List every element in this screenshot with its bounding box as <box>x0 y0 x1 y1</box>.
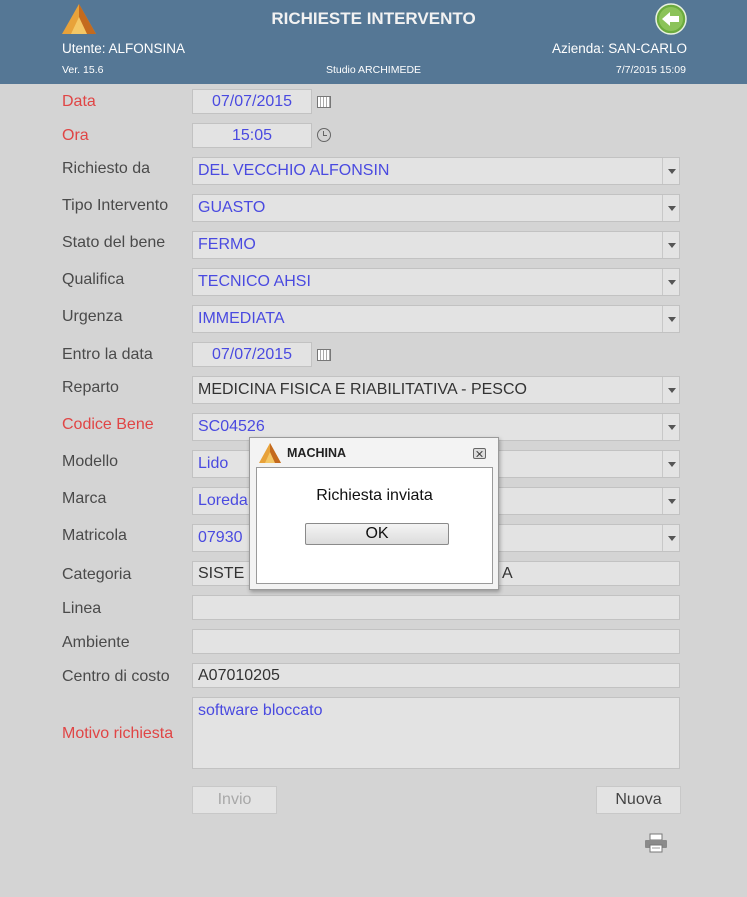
dropdown-arrow-icon[interactable] <box>662 525 679 551</box>
tipo-intervento-select[interactable]: GUASTO <box>192 194 680 222</box>
reparto-label: Reparto <box>62 379 119 396</box>
calendar-icon[interactable] <box>317 96 331 108</box>
matricola-label: Matricola <box>62 527 127 544</box>
categoria-label: Categoria <box>62 566 132 583</box>
clock-icon[interactable] <box>317 128 331 142</box>
dropdown-arrow-icon[interactable] <box>662 232 679 258</box>
ora-label: Ora <box>62 127 89 144</box>
ora-field[interactable]: 15:05 <box>192 123 312 148</box>
dropdown-arrow-icon[interactable] <box>662 488 679 514</box>
company-info: Azienda: SAN-CARLO <box>551 41 687 56</box>
nuova-button[interactable]: Nuova <box>596 786 681 814</box>
entro-data-label: Entro la data <box>62 346 153 363</box>
centro-costo-label: Centro di costo <box>62 668 170 685</box>
printer-icon[interactable] <box>644 833 668 853</box>
page-title: RICHIESTE INTERVENTO <box>271 9 476 28</box>
categoria-value-left: SISTE <box>198 565 245 582</box>
tipo-intervento-value: GUASTO <box>198 199 266 216</box>
invio-button[interactable]: Invio <box>192 786 277 814</box>
close-icon[interactable] <box>473 448 486 459</box>
dropdown-arrow-icon[interactable] <box>662 195 679 221</box>
dialog-title: MACHINA <box>287 446 347 460</box>
richiesto-da-select[interactable]: DEL VECCHIO ALFONSIN <box>192 157 680 185</box>
dropdown-arrow-icon[interactable] <box>662 158 679 184</box>
marca-label: Marca <box>62 490 107 507</box>
dialog-body: Richiesta inviata OK <box>256 467 493 584</box>
matricola-value: 07930 <box>198 529 243 546</box>
dropdown-arrow-icon[interactable] <box>662 306 679 332</box>
datetime-label: 7/7/2015 15:09 <box>615 64 686 76</box>
dialog-message: Richiesta inviata <box>316 487 433 504</box>
richiesto-da-value: DEL VECCHIO ALFONSIN <box>198 162 390 179</box>
linea-field[interactable] <box>192 595 680 620</box>
stato-bene-value: FERMO <box>198 236 256 253</box>
motivo-textarea[interactable]: software bloccato <box>192 697 680 769</box>
qualifica-value: TECNICO AHSI <box>198 273 311 290</box>
modello-value: Lido <box>198 455 229 472</box>
qualifica-label: Qualifica <box>62 271 125 288</box>
reparto-select[interactable]: MEDICINA FISICA E RIABILITATIVA - PESCO <box>192 376 680 404</box>
ok-button[interactable]: OK <box>305 523 449 545</box>
modello-label: Modello <box>62 453 119 470</box>
urgenza-label: Urgenza <box>62 308 123 325</box>
back-arrow-icon[interactable] <box>655 3 687 35</box>
ambiente-label: Ambiente <box>62 634 130 651</box>
categoria-value-right: A <box>502 565 513 582</box>
codice-bene-value: SC04526 <box>198 418 265 435</box>
urgenza-value: IMMEDIATA <box>198 310 285 327</box>
message-dialog: MACHINA Richiesta inviata OK <box>249 437 499 590</box>
reparto-value: MEDICINA FISICA E RIABILITATIVA - PESCO <box>198 381 527 398</box>
tipo-intervento-label: Tipo Intervento <box>62 197 169 214</box>
app-header: RICHIESTE INTERVENTO Utente: ALFONSINA A… <box>0 0 747 84</box>
linea-label: Linea <box>62 600 102 617</box>
user-info: Utente: ALFONSINA <box>62 41 186 56</box>
marca-value: Loreda <box>198 492 248 509</box>
codice-bene-label: Codice Bene <box>62 416 154 433</box>
dropdown-arrow-icon[interactable] <box>662 414 679 440</box>
stato-bene-select[interactable]: FERMO <box>192 231 680 259</box>
app-logo-icon <box>259 443 281 463</box>
motivo-label: Motivo richiesta <box>62 725 174 742</box>
data-label: Data <box>62 93 96 110</box>
qualifica-select[interactable]: TECNICO AHSI <box>192 268 680 296</box>
calendar-icon[interactable] <box>317 349 331 361</box>
entro-data-field[interactable]: 07/07/2015 <box>192 342 312 367</box>
richiesto-da-label: Richiesto da <box>62 160 151 177</box>
data-field[interactable]: 07/07/2015 <box>192 89 312 114</box>
stato-bene-label: Stato del bene <box>62 234 166 251</box>
centro-costo-field[interactable]: A07010205 <box>192 663 680 688</box>
dropdown-arrow-icon[interactable] <box>662 377 679 403</box>
ambiente-field[interactable] <box>192 629 680 654</box>
dropdown-arrow-icon[interactable] <box>662 451 679 477</box>
dropdown-arrow-icon[interactable] <box>662 269 679 295</box>
urgenza-select[interactable]: IMMEDIATA <box>192 305 680 333</box>
